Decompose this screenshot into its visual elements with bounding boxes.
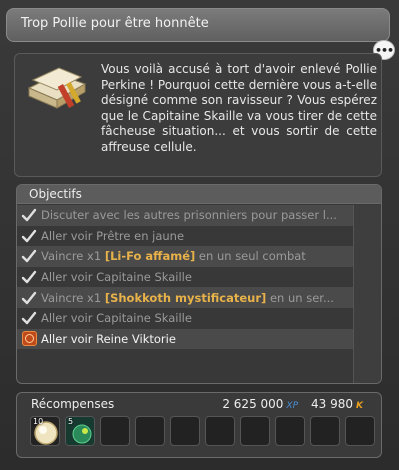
objective-text-suffix: en un seul combat xyxy=(195,249,306,264)
xp-value: 2 625 000 xyxy=(222,397,284,411)
objective-text-prefix: Aller voir Capitaine Skaille xyxy=(41,311,192,326)
rewards-panel: Récompenses 2 625 000 XP 43 980 K 10 5 xyxy=(16,392,382,458)
objective-text-prefix: Vaincre x1 xyxy=(41,249,105,264)
reward-slot-green-potion[interactable]: 5 xyxy=(65,416,95,446)
reward-slot-empty[interactable] xyxy=(275,416,305,446)
objectives-panel: Objectifs Discuter avec les autres priso… xyxy=(16,184,382,384)
reward-slot-empty[interactable] xyxy=(240,416,270,446)
xp-unit: XP xyxy=(286,401,299,411)
objective-text: Aller voir Capitaine Skaille xyxy=(41,311,192,325)
objectives-scrollbar[interactable] xyxy=(353,205,381,383)
objectives-list: Discuter avec les autres prisonniers pou… xyxy=(17,205,353,350)
quest-title-bar[interactable]: Trop Pollie pour être honnête xyxy=(6,8,390,42)
objective-row[interactable]: Aller voir Prêtre en jaune xyxy=(17,225,353,247)
objective-text-prefix: Vaincre x1 xyxy=(41,290,105,305)
kamas-unit: K xyxy=(356,401,363,411)
objective-text: Discuter avec les autres prisonniers pou… xyxy=(41,208,337,222)
checkmark-icon xyxy=(21,250,37,263)
objective-monster-name[interactable]: [Li-Fo affamé] xyxy=(105,249,195,263)
reward-slot-empty[interactable] xyxy=(345,416,375,446)
objective-row[interactable]: Aller voir Capitaine Skaille xyxy=(17,307,353,329)
reward-slot-pearl-coin[interactable]: 10 xyxy=(30,416,60,446)
reward-slot-empty[interactable] xyxy=(135,416,165,446)
objective-monster-name[interactable]: [Shokkoth mystificateur] xyxy=(105,291,266,305)
objective-row[interactable]: Vaincre x1 [Li-Fo affamé] en un seul com… xyxy=(17,246,353,267)
checkmark-icon xyxy=(21,229,37,243)
reward-slots: 10 5 xyxy=(30,416,375,446)
objective-text-prefix: Aller voir Prêtre en jaune xyxy=(41,228,185,243)
objective-row[interactable]: Aller voir Reine Viktorie xyxy=(17,328,353,350)
reward-quantity: 5 xyxy=(68,417,74,426)
scroll-book-icon xyxy=(27,67,87,109)
objective-text: Vaincre x1 [Li-Fo affamé] en un seul com… xyxy=(41,249,306,263)
quest-description-panel: Vous voilà accusé à tort d'avoir enlevé … xyxy=(14,53,382,177)
rewards-title: Récompenses xyxy=(31,397,115,411)
objectives-header: Objectifs xyxy=(17,185,381,204)
objective-text-prefix: Discuter avec les autres prisonniers pou… xyxy=(41,208,337,223)
reward-slot-empty[interactable] xyxy=(100,416,130,446)
reward-slot-empty[interactable] xyxy=(205,416,235,446)
quest-title: Trop Pollie pour être honnête xyxy=(21,16,209,31)
objective-text: Vaincre x1 [Shokkoth mystificateur] en u… xyxy=(41,291,334,305)
quest-description-text: Vous voilà accusé à tort d'avoir enlevé … xyxy=(101,62,377,154)
objective-row[interactable]: Discuter avec les autres prisonniers pou… xyxy=(17,205,353,226)
checkmark-icon xyxy=(21,270,37,284)
objective-text-prefix: Aller voir Capitaine Skaille xyxy=(41,270,192,285)
checkmark-icon xyxy=(21,209,37,222)
reward-quantity: 10 xyxy=(33,417,44,426)
objective-text: Aller voir Prêtre en jaune xyxy=(41,229,184,243)
checkmark-icon xyxy=(21,291,37,304)
quest-window: Trop Pollie pour être honnête ••• Vous v… xyxy=(0,0,399,470)
objective-text-prefix: Aller voir Reine Viktorie xyxy=(41,331,176,346)
rewards-values: 2 625 000 XP 43 980 K xyxy=(222,397,363,411)
objective-text: Aller voir Reine Viktorie xyxy=(41,332,176,346)
checkmark-icon xyxy=(21,312,37,325)
objective-row[interactable]: Aller voir Capitaine Skaille xyxy=(17,266,353,288)
reward-slot-empty[interactable] xyxy=(310,416,340,446)
objective-text: Aller voir Capitaine Skaille xyxy=(41,270,192,284)
reward-slot-empty[interactable] xyxy=(170,416,200,446)
kamas-value: 43 980 xyxy=(311,397,354,411)
objective-text-suffix: en un ser... xyxy=(266,290,334,305)
current-objective-icon xyxy=(22,331,37,347)
objective-row[interactable]: Vaincre x1 [Shokkoth mystificateur] en u… xyxy=(17,287,353,308)
